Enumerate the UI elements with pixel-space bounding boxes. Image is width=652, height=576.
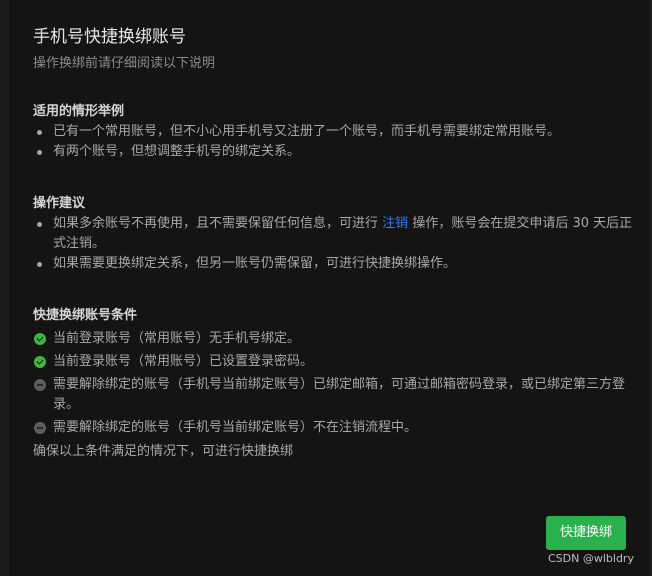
list-item: 已有一个常用账号，但不小心用手机号又注册了一个账号，而手机号需要绑定常用账号。 xyxy=(33,122,633,142)
conditions-footnote: 确保以上条件满足的情况下，可进行快捷换绑 xyxy=(33,444,294,459)
scenarios-heading: 适用的情形举例 xyxy=(33,104,125,119)
condition-text: 当前登录账号（常用账号）已设置登录密码。 xyxy=(53,354,314,369)
bullet-dot xyxy=(37,262,42,267)
bullet-dot xyxy=(37,150,42,155)
list-item: 如果需要更换绑定关系，但另一账号仍需保留，可进行快捷换绑操作。 xyxy=(33,254,633,274)
deregister-link[interactable]: 注销 xyxy=(382,216,408,231)
suggestions-section: 操作建议 如果多余账号不再使用，且不需要保留任何信息，可进行 注销 操作，账号会… xyxy=(33,194,633,274)
condition-item: 当前登录账号（常用账号）已设置登录密码。 xyxy=(33,352,633,372)
condition-text: 需要解除绑定的账号（手机号当前绑定账号）不在注销流程中。 xyxy=(53,420,418,435)
scenario-text: 已有一个常用账号，但不小心用手机号又注册了一个账号，而手机号需要绑定常用账号。 xyxy=(53,124,561,139)
list-item: 如果多余账号不再使用，且不需要保留任何信息，可进行 注销 操作，账号会在提交申请… xyxy=(33,214,633,254)
dialog-title: 手机号快捷换绑账号 xyxy=(33,27,186,47)
scenario-text: 有两个账号，但想调整手机号的绑定关系。 xyxy=(53,144,301,159)
list-item: 有两个账号，但想调整手机号的绑定关系。 xyxy=(33,142,633,162)
minus-circle-icon xyxy=(34,379,46,391)
condition-item: 需要解除绑定的账号（手机号当前绑定账号）已绑定邮箱，可通过邮箱密码登录，或已绑定… xyxy=(33,375,633,415)
bullet-dot xyxy=(37,222,42,227)
conditions-heading: 快捷换绑账号条件 xyxy=(33,308,138,323)
minus-circle-icon xyxy=(34,422,46,434)
suggestion-text: 如果多余账号不再使用，且不需要保留任何信息，可进行 xyxy=(53,216,379,231)
rebind-dialog: 手机号快捷换绑账号 操作换绑前请仔细阅读以下说明 适用的情形举例 已有一个常用账… xyxy=(9,0,649,576)
suggestions-heading: 操作建议 xyxy=(33,196,86,211)
check-circle-icon xyxy=(34,356,46,368)
condition-text: 需要解除绑定的账号（手机号当前绑定账号）已绑定邮箱，可通过邮箱密码登录，或已绑定… xyxy=(53,377,626,412)
scenarios-section: 适用的情形举例 已有一个常用账号，但不小心用手机号又注册了一个账号，而手机号需要… xyxy=(33,102,633,162)
bullet-dot xyxy=(37,130,42,135)
scenarios-list: 已有一个常用账号，但不小心用手机号又注册了一个账号，而手机号需要绑定常用账号。 … xyxy=(33,122,633,162)
suggestion-text: 如果需要更换绑定关系，但另一账号仍需保留，可进行快捷换绑操作。 xyxy=(53,256,457,271)
watermark: CSDN @wlbldry xyxy=(548,552,634,565)
condition-item: 当前登录账号（常用账号）无手机号绑定。 xyxy=(33,329,633,349)
suggestions-list: 如果多余账号不再使用，且不需要保留任何信息，可进行 注销 操作，账号会在提交申请… xyxy=(33,214,633,274)
condition-text: 当前登录账号（常用账号）无手机号绑定。 xyxy=(53,331,301,346)
quick-rebind-button[interactable]: 快捷换绑 xyxy=(546,516,626,550)
conditions-list: 当前登录账号（常用账号）无手机号绑定。 当前登录账号（常用账号）已设置登录密码。… xyxy=(33,329,633,438)
check-circle-icon xyxy=(34,333,46,345)
condition-item: 需要解除绑定的账号（手机号当前绑定账号）不在注销流程中。 xyxy=(33,418,633,438)
dialog-subtitle: 操作换绑前请仔细阅读以下说明 xyxy=(33,56,216,71)
conditions-section: 快捷换绑账号条件 当前登录账号（常用账号）无手机号绑定。 当前登录账号（常用账号… xyxy=(33,306,633,462)
